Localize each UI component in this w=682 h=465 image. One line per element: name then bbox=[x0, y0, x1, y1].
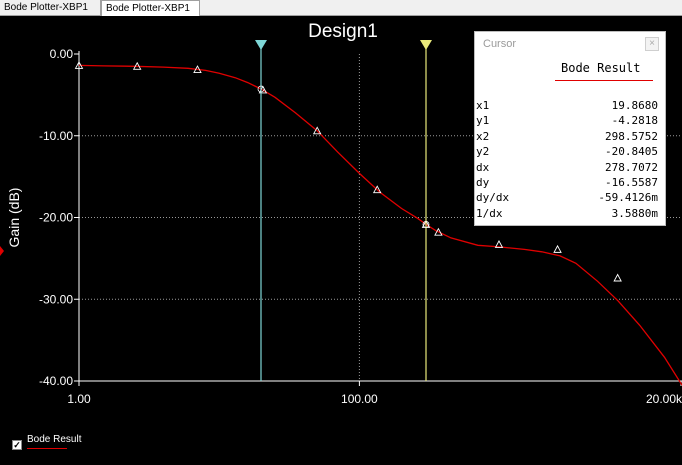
cursor-readout-row: dx 278.7072 bbox=[475, 161, 667, 175]
cursor-readout-key: x1 bbox=[476, 99, 490, 112]
cursor-panel-title: Cursor bbox=[483, 38, 517, 50]
left-edge-marker bbox=[0, 246, 4, 256]
cursor-readout-key: y1 bbox=[476, 114, 490, 128]
y-axis-label: Gain (dB) bbox=[6, 188, 22, 248]
cursor-readout-row: dy -16.5587 bbox=[475, 176, 667, 190]
cursor-readout-key: x2 bbox=[476, 129, 490, 143]
tab-bode-plotter-1[interactable]: Bode Plotter-XBP1 bbox=[0, 0, 101, 15]
cursor-readout-row: dy/dx -59.4126m bbox=[475, 191, 667, 205]
y-tick-label: -30.00 bbox=[39, 292, 73, 306]
y-tick-label: -20.00 bbox=[39, 211, 73, 225]
cursor-panel-series-line bbox=[555, 80, 653, 81]
cursor-readout-value: -4.2818 bbox=[611, 114, 658, 128]
y-tick-label: 0.00 bbox=[50, 47, 74, 61]
cursor-readout-key: y2 bbox=[476, 145, 490, 159]
close-icon[interactable]: × bbox=[645, 37, 659, 51]
y-tick-label: -40.00 bbox=[39, 374, 73, 388]
data-marker bbox=[553, 244, 562, 253]
legend-line-swatch bbox=[27, 448, 67, 449]
cursor-readout-value: -16.5587 bbox=[605, 176, 658, 189]
data-marker bbox=[613, 273, 622, 282]
cursor-readout-value: 3.5880m bbox=[611, 206, 658, 220]
cursor-readout-row: x1 19.8680 bbox=[475, 99, 667, 113]
cursor-readout-key: 1/dx bbox=[476, 206, 503, 220]
cursor-readout-key: dx bbox=[476, 160, 490, 174]
cursor-handle-1 bbox=[254, 40, 267, 50]
cursor-readout-row: y2 -20.8405 bbox=[475, 145, 667, 159]
tab-bar: Bode Plotter-XBP1 Bode Plotter-XBP1 bbox=[0, 0, 682, 16]
cursor-readout-row: 1/dx 3.5880m bbox=[475, 207, 667, 221]
chart-title: Design1 bbox=[308, 21, 378, 42]
x-tick-label: 1.00 bbox=[67, 392, 91, 406]
tab-bode-plotter-2[interactable]: Bode Plotter-XBP1 bbox=[101, 0, 200, 16]
cursor-readout-value: 298.5752 bbox=[605, 129, 658, 143]
x-tick-label: 100.00 bbox=[341, 392, 378, 406]
x-tick-label: 20.00k bbox=[646, 392, 682, 406]
cursor-panel-header: Bode Result bbox=[561, 61, 641, 75]
cursor-readout-key: dy bbox=[476, 176, 490, 189]
cursor-readout-row: x2 298.5752 bbox=[475, 130, 667, 144]
cursor-handle-2 bbox=[420, 40, 432, 50]
cursor-readout-value: 278.7072 bbox=[605, 160, 658, 174]
cursor-readout-value: 19.8680 bbox=[611, 99, 658, 112]
cursor-readout-value: -20.8405 bbox=[605, 145, 658, 159]
legend-label: Bode Result bbox=[27, 434, 82, 445]
cursor-readout-value: -59.4126m bbox=[598, 191, 658, 205]
cursor-readout-row: y1 -4.2818 bbox=[475, 114, 667, 128]
cursor-readout-key: dy/dx bbox=[476, 191, 510, 205]
y-tick-label: -10.00 bbox=[39, 129, 73, 143]
cursor-panel[interactable]: Cursor × Bode Result x1 19.8680 y1 -4.2818 x… bbox=[474, 31, 666, 226]
legend-checkbox[interactable]: ✓ bbox=[12, 440, 22, 450]
